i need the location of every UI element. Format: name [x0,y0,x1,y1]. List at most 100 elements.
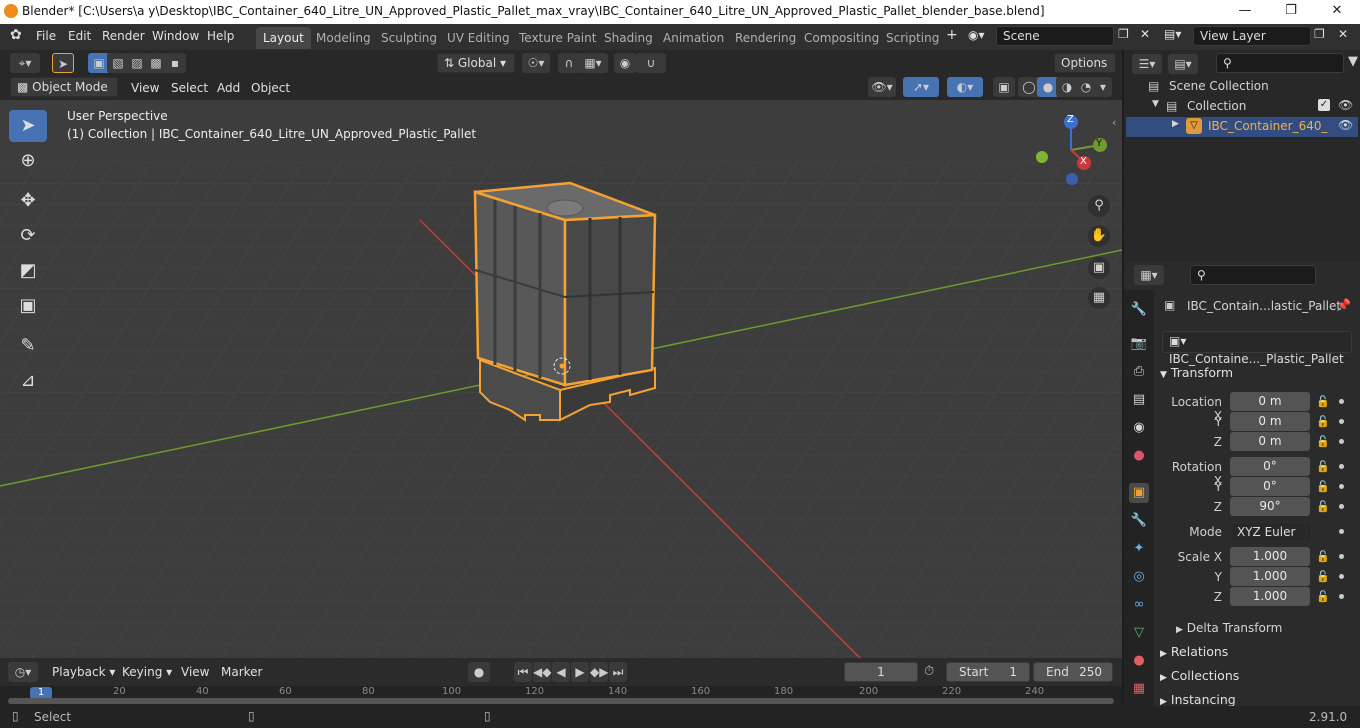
keyframe-dot-icon[interactable] [1339,554,1344,559]
tool-annotate[interactable]: ✎ [9,330,47,362]
current-frame-field[interactable]: 1 [844,662,918,682]
world-tab-icon[interactable]: ● [1129,446,1149,466]
keyframe-dot-icon[interactable] [1339,484,1344,489]
jump-end-icon[interactable]: ⏭ [609,662,627,682]
texture-tab-icon[interactable]: ▦ [1129,679,1149,699]
menu-help[interactable]: Help [207,29,234,43]
pin-icon[interactable]: 📌 [1336,298,1351,312]
lock-icon[interactable]: 🔓 [1316,435,1330,449]
select-intersect-icon[interactable]: ▪ [164,53,186,73]
timeline-menu-playback[interactable]: Playback ▾ [52,665,115,679]
timeline-editor-icon[interactable]: ◷▾ [8,662,38,682]
material-tab-icon[interactable]: ● [1129,651,1149,671]
lock-icon[interactable]: 🔓 [1316,590,1330,604]
location-x-field[interactable]: 0 m [1230,392,1310,411]
ortho-grid-icon[interactable]: ▦ [1088,287,1110,309]
tab-layout[interactable]: Layout [256,27,311,49]
relations-panel-header[interactable]: ▶ Relations [1160,644,1228,659]
menu-window[interactable]: Window [152,29,199,43]
physics-tab-icon[interactable]: ◎ [1129,567,1149,587]
overlay-toggle-icon[interactable]: ◐▾ [947,77,983,97]
scale-x-field[interactable]: 1.000 [1230,547,1310,566]
tab-compositing[interactable]: Compositing [797,27,886,49]
start-frame-field[interactable]: Start 1 [946,662,1030,682]
keyframe-dot-icon[interactable] [1339,529,1344,534]
timeline-scrollbar[interactable] [8,698,1114,704]
lock-icon[interactable]: 🔓 [1316,415,1330,429]
new-view-layer-icon[interactable]: ❐ [1314,27,1325,41]
pan-hand-icon[interactable]: ✋ [1088,225,1110,247]
viewport-3d[interactable]: User Perspective (1) Collection | IBC_Co… [0,100,1122,658]
scene-tab-icon[interactable]: ◉ [1129,418,1149,438]
play-reverse-icon[interactable]: ◀ [552,662,570,682]
outliner-search-input[interactable]: ⚲ [1216,53,1344,73]
viewport-menu-add[interactable]: Add [217,81,240,95]
stopwatch-icon[interactable]: ⏱ [924,664,934,679]
ibc-container-model[interactable] [470,180,670,425]
location-y-field[interactable]: 0 m [1230,412,1310,431]
timeline-menu-marker[interactable]: Marker [221,665,262,679]
rotation-mode-dropdown[interactable]: XYZ Euler ▾ [1230,522,1312,557]
editor-type-icon[interactable]: ⌖▾ [10,53,40,73]
remove-view-layer-icon[interactable]: ✕ [1338,27,1348,41]
keyframe-dot-icon[interactable] [1339,464,1344,469]
data-tab-icon[interactable]: ▽ [1129,623,1149,643]
scene-icon[interactable]: ◉▾ [968,28,985,42]
mode-dropdown[interactable]: ▩ Object Mode ▾ [10,77,118,112]
options-dropdown[interactable]: Options ▾ [1054,53,1116,88]
shading-options-icon[interactable]: ▾ [1094,77,1112,97]
new-scene-icon[interactable]: ❐ [1118,27,1129,41]
tool-measure[interactable]: ⊿ [9,365,47,397]
keyframe-dot-icon[interactable] [1339,594,1344,599]
modifier-tab-icon[interactable]: 🔧 [1129,511,1149,531]
tab-sculpting[interactable]: Sculpting [374,27,444,49]
viewport-menu-select[interactable]: Select [171,81,208,95]
scale-z-field[interactable]: 1.000 [1230,587,1310,606]
lock-icon[interactable]: 🔓 [1316,500,1330,514]
pivot-icon[interactable]: ☉▾ [522,53,550,73]
rotation-z-field[interactable]: 90° [1230,497,1310,516]
tab-animation[interactable]: Animation [656,27,731,49]
constraints-tab-icon[interactable]: ∞ [1129,595,1149,615]
menu-render[interactable]: Render [102,29,145,43]
lock-icon[interactable]: 🔓 [1316,460,1330,474]
viewport-menu-object[interactable]: Object [251,81,290,95]
outliner-editor-icon[interactable]: ☰▾ [1132,54,1162,74]
xray-icon[interactable]: ▣ [993,77,1015,97]
outliner-row-scene-collection[interactable]: ▤ Scene Collection [1126,77,1358,97]
keyframe-dot-icon[interactable] [1339,439,1344,444]
view-layer-icon[interactable]: ▤▾ [1164,27,1181,41]
select-tool-icon[interactable]: ➤ [52,53,74,73]
eye-icon[interactable]: 👁 [1338,118,1353,132]
scale-y-field[interactable]: 1.000 [1230,567,1310,586]
timeline-menu-view[interactable]: View [181,665,209,679]
view-layer-tab-icon[interactable]: ▤ [1129,390,1149,410]
menu-edit[interactable]: Edit [68,29,91,43]
remove-scene-icon[interactable]: ✕ [1140,27,1150,41]
tab-uv-editing[interactable]: UV Editing [440,27,517,49]
blender-menu-icon[interactable]: ✿ [10,27,22,43]
transform-orientation-dropdown[interactable]: ⇅ Global ▾ [437,53,515,73]
next-keyframe-icon[interactable]: ◆▶ [590,662,608,682]
play-icon[interactable]: ▶ [571,662,589,682]
rotation-x-field[interactable]: 0° [1230,457,1310,476]
eye-icon[interactable]: 👁 [1338,98,1353,112]
lock-icon[interactable]: 🔓 [1316,570,1330,584]
tool-cursor[interactable]: ⊕ [9,145,47,177]
maximize-button[interactable]: ❐ [1268,0,1314,24]
tab-scripting[interactable]: Scripting [879,27,946,49]
expand-icon[interactable]: ▶ [1172,119,1179,129]
timeline-ruler[interactable]: 1 20 40 60 80 100 120 140 160 180 200 22… [0,686,1122,706]
tool-scale[interactable]: ◩ [9,255,47,287]
tool-tab-icon[interactable]: 🔧 [1129,300,1149,320]
snap-target-icon[interactable]: ▦▾ [578,53,608,73]
display-mode-icon[interactable]: ▤▾ [1168,54,1198,74]
location-z-field[interactable]: 0 m [1230,432,1310,451]
view-layer-field[interactable]: View Layer [1193,26,1311,46]
tab-shading[interactable]: Shading [597,27,660,49]
minimize-button[interactable]: — [1222,0,1268,24]
tool-move[interactable]: ✥ [9,185,47,217]
tool-rotate[interactable]: ⟳ [9,220,47,252]
tool-transform[interactable]: ▣ [9,290,47,322]
lock-icon[interactable]: 🔓 [1316,395,1330,409]
